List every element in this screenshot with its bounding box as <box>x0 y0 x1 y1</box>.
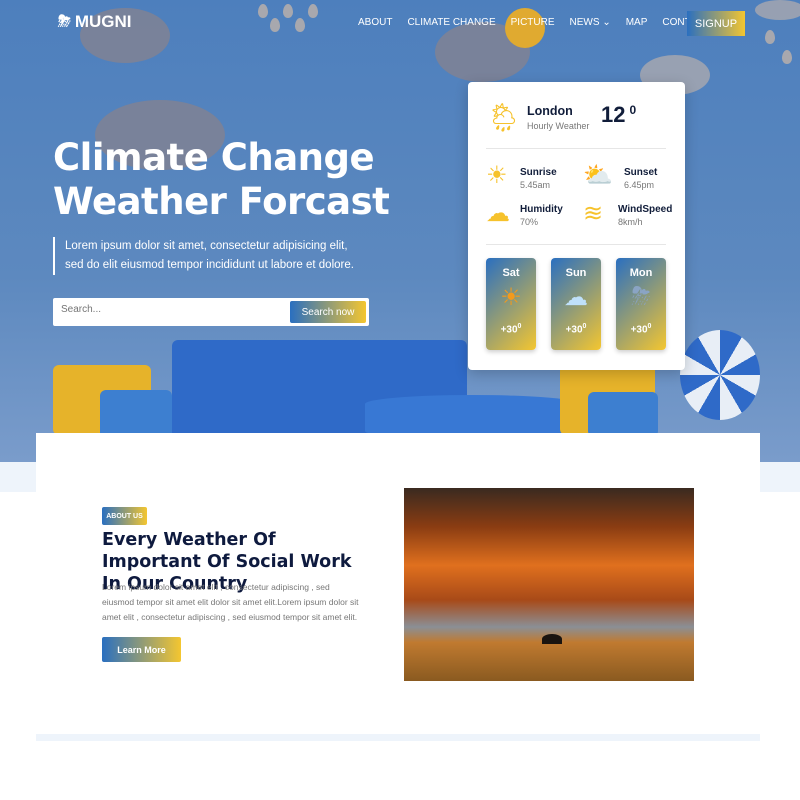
main-nav: ABOUT CLIMATE CHANGE PICTURE NEWS ⌄ MAP … <box>358 17 710 28</box>
temp-value: +30 <box>500 324 518 336</box>
stat-label: Sunrise <box>520 167 557 178</box>
umbrella-decoration <box>680 330 760 420</box>
raindrop <box>270 18 280 32</box>
about-badge: ABOUT US <box>102 507 147 525</box>
hero-title: Climate Change Weather Forcast <box>53 136 390 224</box>
day-temp: +300 <box>616 323 666 335</box>
rain-cloud-icon: ☁ <box>486 200 510 227</box>
stat-value: 8km/h <box>618 217 643 227</box>
raindrop <box>308 4 318 18</box>
temp-value: +30 <box>630 324 648 336</box>
nav-news-label: NEWS <box>569 17 600 28</box>
degree-mark: 0 <box>582 323 587 330</box>
search-input[interactable] <box>61 304 281 315</box>
day-name: Mon <box>629 267 653 279</box>
sun-icon: ☀ <box>486 162 508 189</box>
day-temp: +300 <box>486 323 536 335</box>
tree-silhouette <box>542 634 562 644</box>
storm-icon: ⛈ <box>631 283 651 310</box>
nav-news[interactable]: NEWS ⌄ <box>570 17 611 28</box>
cloud-decoration <box>755 0 800 20</box>
logo-text: MUGNI <box>74 12 132 31</box>
degree-mark: 0 <box>629 102 637 117</box>
section-footer-band <box>36 734 760 741</box>
weather-card: 🌦 London Hourly Weather 12 0 ☀ Sunrise 5.… <box>468 82 685 370</box>
sun-rain-cloud-icon: 🌦 <box>486 102 522 133</box>
nav-about[interactable]: ABOUT <box>358 17 392 28</box>
forecast-day: Sun ☁ +300 <box>551 258 601 350</box>
temp-value: 12 <box>601 102 626 127</box>
stat-value: 5.45am <box>520 180 551 190</box>
stat-value: 70% <box>520 217 539 227</box>
sun-cloud-icon: ⛅ <box>583 162 613 189</box>
cloud-icon: ☁ <box>564 284 588 311</box>
day-name: Sun <box>565 267 587 279</box>
chevron-down-icon: ⌄ <box>602 17 611 28</box>
wind-icon: ≋ <box>583 200 604 227</box>
raindrop <box>765 30 775 44</box>
divider <box>486 244 666 245</box>
learn-more-button[interactable]: Learn More <box>102 637 181 662</box>
raindrop <box>295 18 305 32</box>
raindrop <box>283 4 293 18</box>
divider <box>486 148 666 149</box>
weather-subtitle: Hourly Weather <box>527 121 590 131</box>
cloud-lightning-icon: ⛈ <box>58 13 71 30</box>
temp-value: +30 <box>565 324 583 336</box>
nav-climate-change[interactable]: CLIMATE CHANGE <box>407 17 495 28</box>
search-bar: Search now <box>53 298 369 326</box>
forecast-day: Sat ☀ +300 <box>486 258 536 350</box>
stat-label: Sunset <box>624 167 658 178</box>
hero-title-line: Climate Change <box>53 136 375 179</box>
about-text: Lorem ipsum dolor sit amet elit , consec… <box>102 582 359 622</box>
sun-icon: ☀ <box>500 284 522 311</box>
logo[interactable]: ⛈ MUGNI <box>58 12 131 32</box>
city-name: London <box>527 104 573 118</box>
bag-decoration <box>588 392 658 437</box>
signup-button[interactable]: SIGNUP <box>687 11 745 36</box>
stat-value: 6.45pm <box>624 180 655 190</box>
stat-label: WindSpeed <box>618 204 673 215</box>
degree-mark: 0 <box>647 323 652 330</box>
hero-title-line: Weather Forcast <box>53 180 390 223</box>
hero-section: ⛈ MUGNI ABOUT CLIMATE CHANGE PICTURE NEW… <box>0 0 800 462</box>
raindrop <box>782 50 792 64</box>
sun-decoration <box>505 8 545 48</box>
current-temp: 12 0 <box>601 102 636 128</box>
day-name: Sat <box>502 267 520 279</box>
nav-picture[interactable]: PICTURE <box>511 17 555 28</box>
raindrop <box>258 4 268 18</box>
forecast-day: Mon ⛈ +300 <box>616 258 666 350</box>
degree-mark: 0 <box>517 323 522 330</box>
hero-description: Lorem ipsum dolor sit amet, consectetur … <box>53 237 363 275</box>
sunset-field-image <box>404 488 694 681</box>
search-button[interactable]: Search now <box>290 301 366 323</box>
nav-map[interactable]: MAP <box>626 17 648 28</box>
stat-label: Humidity <box>520 204 563 215</box>
day-temp: +300 <box>551 323 601 335</box>
